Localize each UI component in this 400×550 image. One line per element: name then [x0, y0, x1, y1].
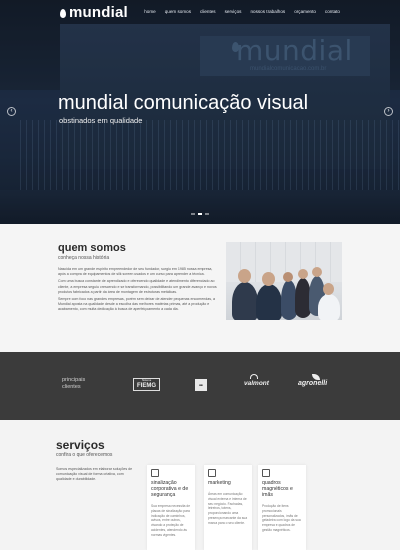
top-navigation: mundial home quem somos clientes serviço… — [0, 0, 400, 26]
person — [256, 284, 282, 320]
service-card-marketing[interactable]: marketing Áreas em comunicação visual ex… — [204, 465, 252, 550]
services-subtitle: confira o que oferecemos — [56, 452, 113, 458]
magnet-icon — [262, 469, 270, 477]
person-head — [298, 269, 308, 279]
service-card-text: Sua empresa necessita de placas de sinal… — [151, 504, 191, 537]
client-logo-square[interactable]: ■■ — [195, 379, 207, 391]
main-menu: home quem somos clientes serviços nossos… — [144, 9, 340, 14]
person-head — [323, 283, 334, 295]
clients-title: principais clientes — [62, 377, 85, 391]
nav-item-contato[interactable]: contato — [325, 9, 340, 14]
service-card-text: Áreas em comunicação visual externa e in… — [208, 492, 248, 525]
hero-title: mundial comunicação visual — [58, 92, 309, 114]
megaphone-icon — [208, 469, 216, 477]
about-subtitle: conheça nossa história — [58, 255, 110, 261]
slider-dot-3[interactable] — [205, 213, 209, 215]
valmont-mark-icon — [250, 374, 258, 379]
person — [318, 294, 340, 320]
service-card-text: Produção de itens promocionais personali… — [262, 504, 301, 532]
fiemg-name: FIEMG — [137, 383, 156, 389]
slider-dot-1[interactable] — [191, 213, 195, 215]
person — [232, 282, 258, 320]
person-head — [238, 269, 251, 283]
brand-logo[interactable]: mundial — [60, 4, 128, 21]
service-card-title: sinalização corporativa e de segurança — [151, 480, 189, 498]
about-paragraph: Sempre com foco nas grandes empresas, po… — [58, 297, 216, 312]
nav-item-home[interactable]: home — [144, 9, 156, 14]
about-text: Nascida em um grande espírito empreended… — [58, 267, 218, 315]
nav-item-clientes[interactable]: clientes — [200, 9, 216, 14]
person-head — [283, 272, 293, 282]
slider-dot-2[interactable] — [198, 213, 202, 215]
clients-title-line1: principais — [62, 377, 86, 383]
service-card-quadros[interactable]: quadros magnéticos e imãs Produção de it… — [258, 465, 306, 550]
clients-section: principais clientes Sistema FIEMG ■■ val… — [0, 352, 400, 420]
service-card-title: quadros magnéticos e imãs — [262, 480, 293, 498]
clients-title-line2: clientes — [62, 384, 81, 390]
nav-item-quem-somos[interactable]: quem somos — [165, 9, 191, 14]
client-logo-fiemg[interactable]: Sistema FIEMG — [133, 378, 160, 391]
chevron-left-icon[interactable]: ‹ — [7, 107, 16, 116]
person-head — [312, 267, 322, 277]
chevron-right-icon[interactable]: › — [384, 107, 393, 116]
about-title: quem somos — [58, 242, 126, 254]
about-paragraph: Com uma busca constante de aprendizado e… — [58, 279, 217, 294]
warning-sign-icon — [151, 469, 159, 477]
client-logo-agronelli[interactable]: agronelli — [298, 380, 327, 387]
about-paragraph: Nascida em um grande espírito empreended… — [58, 267, 213, 277]
hero-subtitle: obstinados em qualidade — [59, 116, 143, 125]
client-logo-valmont[interactable]: valmont — [244, 380, 269, 387]
drop-icon — [60, 8, 66, 18]
nav-item-nossos-trabalhos[interactable]: nossos trabalhos — [250, 9, 285, 14]
about-section: quem somos conheça nossa história Nascid… — [0, 224, 400, 352]
nav-item-servicos[interactable]: serviços — [225, 9, 242, 14]
service-card-sinalizacao[interactable]: sinalização corporativa e de segurança S… — [147, 465, 195, 550]
services-intro: Somos especializados em elaborar soluçõe… — [56, 467, 133, 482]
nav-item-orcamento[interactable]: orçamento — [294, 9, 316, 14]
hero-banner: mundial mundialcomunicacao.com.br mundia… — [0, 0, 400, 224]
services-section: serviços confira o que oferecemos Somos … — [0, 420, 400, 550]
slider-dots — [191, 213, 209, 215]
brand-name: mundial — [69, 4, 128, 21]
person-head — [262, 272, 275, 286]
team-photo — [226, 242, 342, 320]
services-title: serviços — [56, 438, 105, 452]
service-card-title: marketing — [208, 480, 231, 486]
